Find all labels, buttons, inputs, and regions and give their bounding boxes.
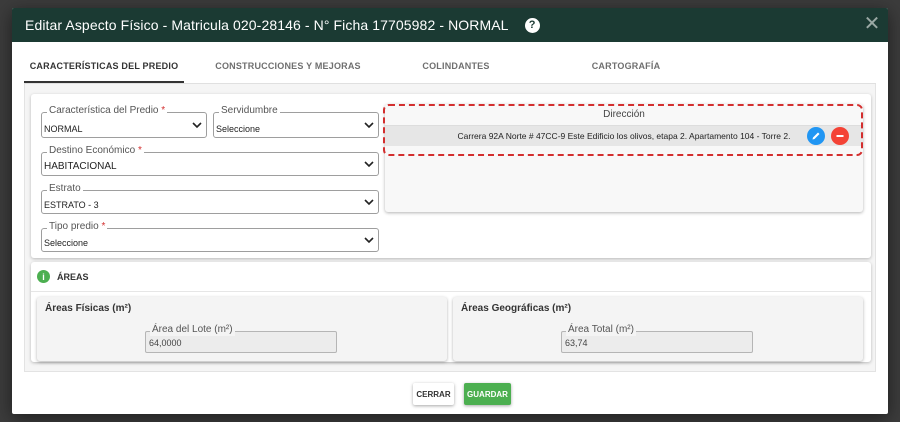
required-mark: * <box>137 145 142 156</box>
tipo-predio-select[interactable]: Seleccione Tipo predio * <box>41 221 379 252</box>
servidumbre-label: Servidumbre <box>219 105 280 117</box>
areas-fisicas-title: Áreas Físicas (m²) <box>45 303 132 314</box>
caracteristica-label: Característica del Predio <box>49 105 159 116</box>
tab-content: NORMAL Característica del Predio * Selec… <box>24 84 876 372</box>
tipo-predio-value: Seleccione <box>44 238 89 248</box>
area-lote-field: 64,0000 Área del Lote (m²) <box>145 324 337 353</box>
estrato-select[interactable]: ESTRATO - 3 Estrato <box>41 183 379 214</box>
tab-colindantes[interactable]: COLINDANTES <box>392 48 520 83</box>
servidumbre-select[interactable]: Seleccione Servidumbre <box>213 105 379 138</box>
tipo-predio-label: Tipo predio <box>49 221 99 232</box>
required-mark: * <box>161 105 166 116</box>
tab-caracteristicas[interactable]: CARACTERÍSTICAS DEL PREDIO <box>24 48 184 83</box>
chevron-down-icon <box>364 122 374 129</box>
info-icon: i <box>37 270 50 283</box>
areas-header: i ÁREAS <box>31 262 871 292</box>
modal-title: Editar Aspecto Físico - Matricula 020-28… <box>25 17 509 33</box>
destino-label: Destino Económico <box>49 145 136 156</box>
areas-geograficas-title: Áreas Geográficas (m²) <box>461 303 572 314</box>
areas-title: ÁREAS <box>57 271 89 282</box>
destino-value: HABITACIONAL <box>44 161 117 172</box>
close-icon[interactable]: ✕ <box>862 14 882 34</box>
chevron-down-icon <box>364 237 374 244</box>
estrato-value: ESTRATO - 3 <box>44 200 99 210</box>
tab-construcciones[interactable]: CONSTRUCCIONES Y MEJORAS <box>184 48 392 83</box>
areas-fisicas-panel: Áreas Físicas (m²) 64,0000 Área del Lote… <box>37 297 447 361</box>
area-total-label: Área Total (m²) <box>566 324 636 336</box>
chevron-down-icon <box>364 161 374 168</box>
modal-header: Editar Aspecto Físico - Matricula 020-28… <box>12 8 888 42</box>
help-icon[interactable]: ? <box>524 17 540 33</box>
chevron-down-icon <box>192 122 202 129</box>
area-total-value: 63,74 <box>565 338 588 348</box>
caracteristica-value: NORMAL <box>44 124 83 134</box>
tab-cartografia[interactable]: CARTOGRAFÍA <box>520 48 732 83</box>
required-mark: * <box>101 221 106 232</box>
areas-geograficas-panel: Áreas Geográficas (m²) 63,74 Área Total … <box>453 297 863 361</box>
area-total-field: 63,74 Área Total (m²) <box>561 324 753 353</box>
tab-bar: CARACTERÍSTICAS DEL PREDIO CONSTRUCCIONE… <box>24 48 876 84</box>
destino-select[interactable]: HABITACIONAL Destino Económico * <box>41 145 379 176</box>
areas-card: i ÁREAS Áreas Físicas (m²) 64,0000 Área … <box>31 262 871 362</box>
cerrar-button[interactable]: CERRAR <box>413 383 454 405</box>
predio-card: NORMAL Característica del Predio * Selec… <box>31 94 871 258</box>
servidumbre-value: Seleccione <box>216 124 261 134</box>
edit-modal: Editar Aspecto Físico - Matricula 020-28… <box>12 8 888 414</box>
area-lote-value: 64,0000 <box>149 338 182 348</box>
area-lote-label: Área del Lote (m²) <box>150 324 235 336</box>
highlight-outline <box>383 104 863 156</box>
estrato-label: Estrato <box>47 183 83 195</box>
caracteristica-select[interactable]: NORMAL Característica del Predio * <box>41 105 207 138</box>
guardar-button[interactable]: GUARDAR <box>464 383 511 405</box>
chevron-down-icon <box>364 199 374 206</box>
